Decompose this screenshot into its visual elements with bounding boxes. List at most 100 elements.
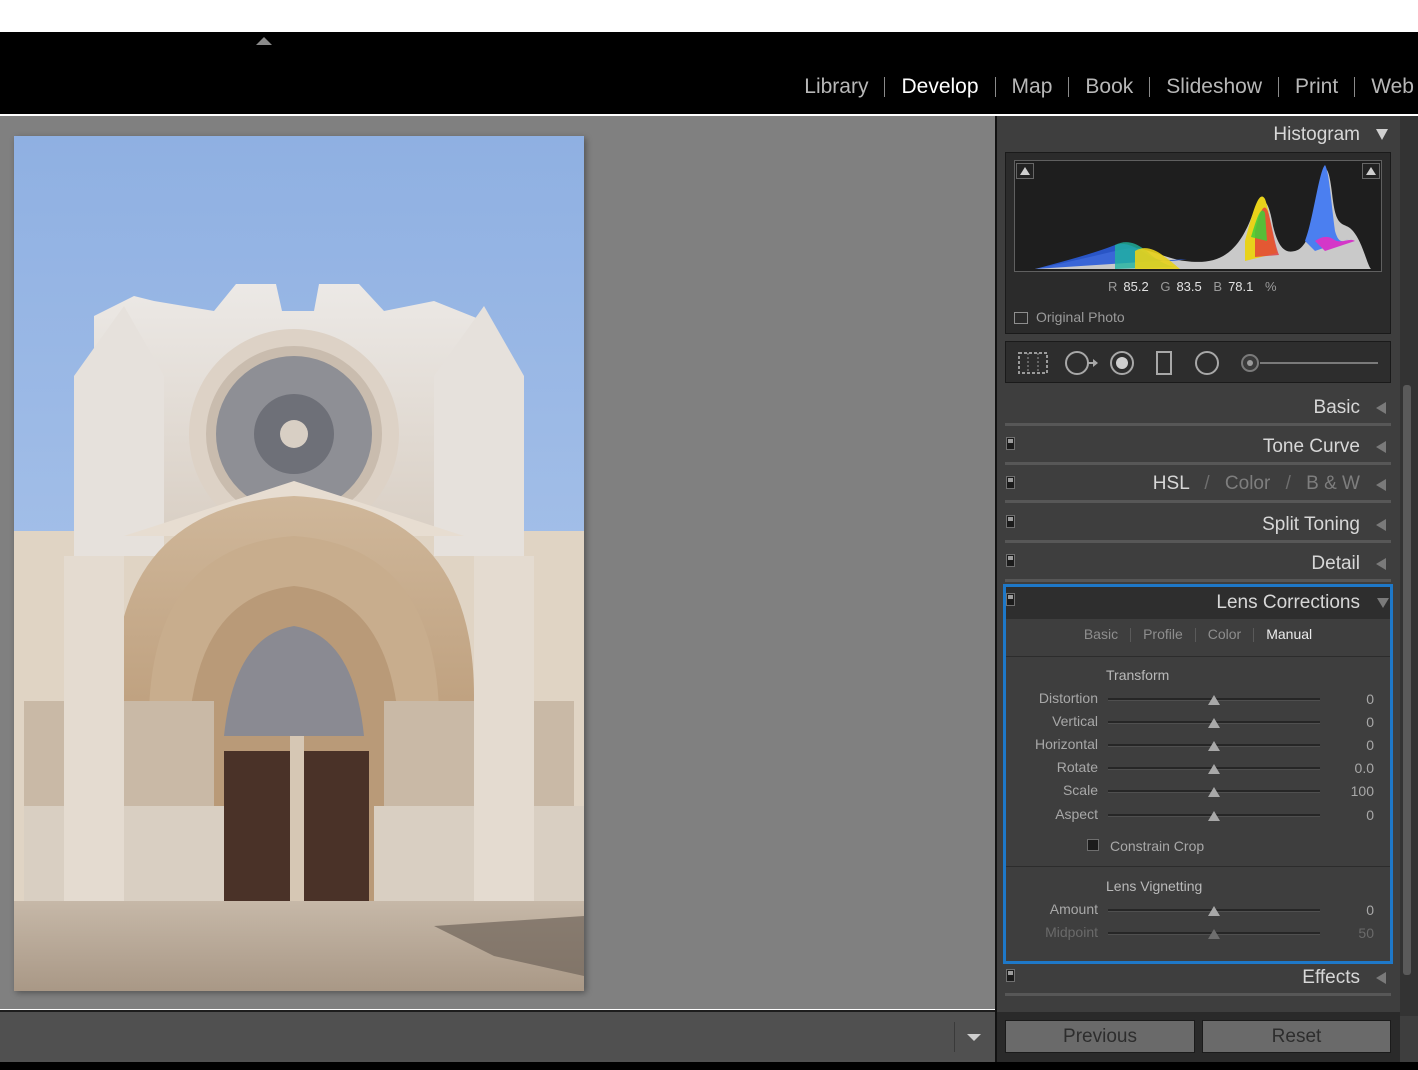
effects-panel-header[interactable]: Effects xyxy=(1302,967,1360,989)
lens-corrections-tabs: Basic Profile Color Manual xyxy=(1006,626,1390,650)
expand-triangle-icon[interactable] xyxy=(1376,558,1386,570)
scrollbar-thumb[interactable] xyxy=(1403,385,1411,975)
detail-toggle[interactable] xyxy=(1006,554,1015,567)
module-picker: Library Develop Map Book Slideshow Print… xyxy=(788,74,1414,100)
radial-filter-icon[interactable] xyxy=(1192,350,1222,376)
section-divider xyxy=(1005,423,1391,426)
module-picker-bar xyxy=(0,32,1418,114)
cathedral-photo xyxy=(14,136,584,991)
hsl-tab[interactable]: HSL xyxy=(1153,473,1189,494)
section-divider xyxy=(1005,500,1391,503)
b-label: B xyxy=(1213,279,1223,294)
rgb-readout: R 85.2 G 83.5 B 78.1 % xyxy=(1108,279,1277,294)
highlight-clipping-icon[interactable] xyxy=(1362,163,1380,179)
previous-button[interactable]: Previous xyxy=(1005,1020,1195,1053)
chevron-down-icon xyxy=(967,1034,981,1041)
distortion-slider-thumb[interactable] xyxy=(1208,695,1220,705)
constrain-crop-label: Constrain Crop xyxy=(1110,838,1205,854)
vertical-label: Vertical xyxy=(1052,713,1098,729)
tab-basic[interactable]: Basic xyxy=(1072,626,1130,642)
unit-label: % xyxy=(1265,279,1277,294)
split-toning-panel-header[interactable]: Split Toning xyxy=(1262,514,1360,536)
section-divider xyxy=(1005,462,1391,465)
horizontal-label: Horizontal xyxy=(1034,736,1098,752)
histogram-header[interactable]: Histogram xyxy=(1273,124,1360,146)
photo-preview[interactable] xyxy=(14,136,584,991)
distortion-label: Distortion xyxy=(1038,690,1098,706)
crop-overlay-icon[interactable] xyxy=(1016,350,1050,376)
rotate-value[interactable]: 0.0 xyxy=(1355,760,1374,776)
constrain-crop-checkbox[interactable] xyxy=(1087,839,1099,851)
midpoint-value[interactable]: 50 xyxy=(1358,925,1374,941)
g-value: 83.5 xyxy=(1176,279,1202,294)
b-value: 78.1 xyxy=(1228,279,1254,294)
midpoint-label: Midpoint xyxy=(1045,924,1098,940)
expand-triangle-icon[interactable] xyxy=(1376,479,1386,491)
expand-triangle-icon[interactable] xyxy=(1376,441,1386,453)
lens-vignetting-title: Lens Vignetting xyxy=(1106,878,1203,894)
original-photo-checkbox[interactable] xyxy=(1014,312,1028,324)
module-web[interactable]: Web xyxy=(1355,74,1414,100)
effects-toggle[interactable] xyxy=(1006,969,1015,982)
horizontal-value[interactable]: 0 xyxy=(1366,737,1374,753)
rotate-slider-thumb[interactable] xyxy=(1208,764,1220,774)
r-value: 85.2 xyxy=(1123,279,1149,294)
tone-curve-panel-header[interactable]: Tone Curve xyxy=(1263,436,1360,458)
horizontal-slider-thumb[interactable] xyxy=(1208,741,1220,751)
expand-triangle-icon[interactable] xyxy=(1376,972,1386,984)
amount-label: Amount xyxy=(1049,901,1098,917)
graduated-filter-icon[interactable] xyxy=(1152,350,1176,376)
spot-removal-icon[interactable] xyxy=(1060,350,1100,376)
canvas-toolbar xyxy=(0,1010,995,1062)
window-bottom-edge xyxy=(0,1062,1418,1070)
red-eye-icon[interactable] xyxy=(1107,350,1137,376)
shadow-clipping-icon[interactable] xyxy=(1016,163,1034,179)
histogram-plot xyxy=(1035,165,1371,269)
module-book[interactable]: Book xyxy=(1069,74,1149,100)
toolbar-divider xyxy=(954,1022,955,1052)
amount-value[interactable]: 0 xyxy=(1366,902,1374,918)
amount-slider-thumb[interactable] xyxy=(1208,906,1220,916)
section-divider xyxy=(1005,579,1391,582)
rotate-label: Rotate xyxy=(1056,759,1098,775)
scale-value[interactable]: 100 xyxy=(1351,783,1374,799)
vertical-value[interactable]: 0 xyxy=(1366,714,1374,730)
tab-slash: / xyxy=(1285,473,1291,494)
module-map[interactable]: Map xyxy=(996,74,1069,100)
distortion-value[interactable]: 0 xyxy=(1366,691,1374,707)
r-label: R xyxy=(1108,279,1118,294)
histogram-graph[interactable] xyxy=(1014,160,1382,272)
color-tab[interactable]: Color xyxy=(1225,473,1270,494)
module-slideshow[interactable]: Slideshow xyxy=(1150,74,1278,100)
module-develop[interactable]: Develop xyxy=(885,74,994,100)
module-print[interactable]: Print xyxy=(1279,74,1354,100)
reset-button[interactable]: Reset xyxy=(1202,1020,1391,1053)
expand-triangle-icon[interactable] xyxy=(1376,402,1386,414)
tab-profile[interactable]: Profile xyxy=(1131,626,1195,642)
scale-slider-thumb[interactable] xyxy=(1208,787,1220,797)
tone-curve-toggle[interactable] xyxy=(1006,437,1015,450)
original-photo-label: Original Photo xyxy=(1036,309,1125,325)
hsl-toggle[interactable] xyxy=(1006,476,1015,489)
top-panel-collapse-icon[interactable] xyxy=(256,37,272,45)
tab-color[interactable]: Color xyxy=(1196,626,1253,642)
module-library[interactable]: Library xyxy=(788,74,884,100)
expand-triangle-icon[interactable] xyxy=(1376,519,1386,531)
adjustment-brush-icon[interactable] xyxy=(1238,350,1383,376)
midpoint-slider-thumb[interactable] xyxy=(1208,929,1220,939)
collapse-triangle-icon[interactable] xyxy=(1376,129,1388,140)
toolbar-content-menu[interactable] xyxy=(954,1022,994,1052)
hsl-panel-header[interactable]: HSL / Color / B & W xyxy=(1153,473,1360,495)
aspect-label: Aspect xyxy=(1055,806,1098,822)
detail-panel-header[interactable]: Detail xyxy=(1311,553,1360,575)
window-top-margin xyxy=(0,0,1418,32)
basic-panel-header[interactable]: Basic xyxy=(1314,397,1360,419)
tab-slash: / xyxy=(1204,473,1210,494)
bw-tab[interactable]: B & W xyxy=(1306,473,1360,494)
section-divider xyxy=(1005,993,1391,996)
tab-manual[interactable]: Manual xyxy=(1254,626,1324,642)
aspect-value[interactable]: 0 xyxy=(1366,807,1374,823)
split-toning-toggle[interactable] xyxy=(1006,515,1015,528)
vertical-slider-thumb[interactable] xyxy=(1208,718,1220,728)
aspect-slider-thumb[interactable] xyxy=(1208,811,1220,821)
